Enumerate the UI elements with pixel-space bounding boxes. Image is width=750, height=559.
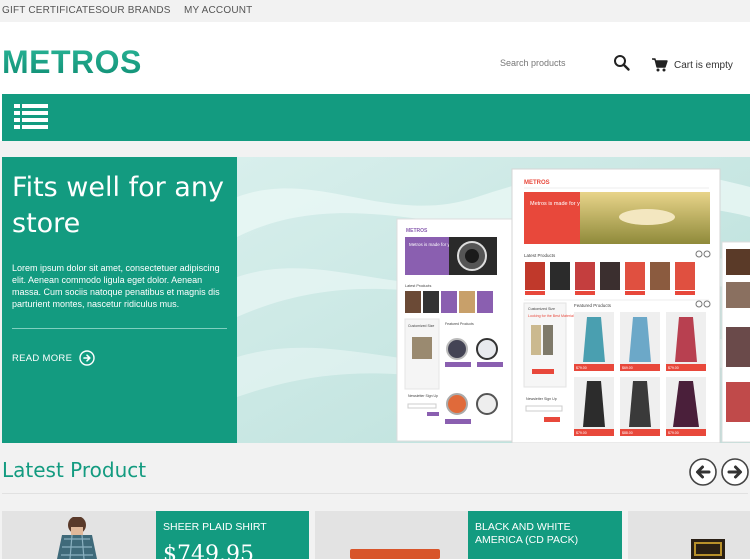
read-more-label: READ MORE [12, 352, 73, 364]
mockup-price-3: $79.00 [668, 366, 679, 370]
top-utility-bar: GIFT CERTIFICATES OUR BRANDS MY ACCOUNT [0, 0, 750, 22]
main-nav-bar [0, 94, 750, 141]
hero-mockup-illustration: METROS Metros is made for you. Latest Pr… [237, 157, 750, 443]
product-name: SHEER PLAID SHIRT [163, 521, 267, 533]
mockup-back-tagline: Metros is made for you. [409, 242, 456, 247]
mockup-back: METROS Metros is made for you. Latest Pr… [396, 218, 518, 442]
carousel-prev-button[interactable] [689, 458, 717, 486]
our-brands-link[interactable]: OUR BRANDS [102, 5, 171, 16]
product-info-panel: BLACK AND WHITE AMERICA (CD PACK) [468, 511, 622, 559]
mockup-back-customized: Customized Size [408, 324, 434, 328]
section-divider [2, 493, 748, 494]
cart-label: Cart is empty [674, 59, 733, 71]
hero-divider [12, 328, 227, 329]
arrow-circle-right-icon [79, 350, 95, 366]
mockup-back-newsletter: Newsletter Sign Up [408, 394, 438, 398]
mockup-price-1: $79.00 [576, 366, 587, 370]
product-card[interactable]: SHEER PLAID SHIRT $749.95 [2, 511, 309, 559]
site-logo[interactable]: METROS [2, 44, 142, 81]
mockup-back-featured: Featured Products [445, 322, 474, 326]
mockup-back-latest: Latest Products [405, 284, 431, 288]
hero-banner: Fits well for any store Lorem ipsum dolo… [2, 157, 750, 443]
cart-button[interactable]: Cart is empty [652, 56, 733, 74]
product-info-panel: SHEER PLAID SHIRT $749.95 [156, 511, 309, 559]
product-name: BLACK AND WHITE AMERICA (CD PACK) [475, 521, 579, 546]
product-card[interactable] [628, 511, 750, 559]
menu-list-icon[interactable] [14, 104, 48, 130]
mockup-right-partial [721, 241, 750, 443]
gift-certificates-link[interactable]: GIFT CERTIFICATES [2, 5, 102, 16]
product-card[interactable]: BLACK AND WHITE AMERICA (CD PACK) [315, 511, 622, 559]
mockup-back-logo: METROS [406, 228, 428, 234]
mockup-front-looking: Looking for the Best Material [528, 314, 574, 318]
product-image-bag [691, 539, 725, 559]
read-more-button[interactable]: READ MORE [12, 350, 95, 366]
search-icon[interactable] [613, 54, 631, 72]
search-input[interactable] [494, 54, 604, 72]
latest-product-heading: Latest Product [2, 458, 147, 482]
mockup-front-latest: Latest Products [524, 253, 556, 258]
carousel-next-button[interactable] [721, 458, 749, 486]
mockup-front-newsletter: Newsletter Sign Up [526, 397, 557, 401]
cart-icon [652, 58, 668, 72]
mockup-front-logo: METROS [524, 180, 550, 186]
mockup-price-4: $79.00 [576, 431, 587, 435]
mockup-price-5: $88.00 [622, 431, 633, 435]
mockup-front-tagline: Metros is made for you. [530, 201, 588, 207]
product-image-cd-pack [350, 549, 440, 559]
hero-title: Fits well for any store [12, 172, 224, 239]
my-account-link[interactable]: MY ACCOUNT [184, 5, 253, 16]
product-image-plaid-shirt [57, 517, 97, 559]
mockup-front: METROS Metros is made for you. Latest Pr… [511, 168, 721, 443]
mockup-front-featured: Featured Products [574, 303, 612, 308]
site-header: METROS Cart is empty [0, 22, 750, 94]
hero-text-panel: Fits well for any store Lorem ipsum dolo… [2, 157, 237, 443]
mockup-price-2: $69.00 [622, 366, 633, 370]
hero-description: Lorem ipsum dolor sit amet, consectetuer… [12, 263, 220, 309]
product-price: $749.95 [163, 542, 254, 559]
mockup-front-customized: Customized Size [528, 307, 555, 311]
mockup-price-6: $79.00 [668, 431, 679, 435]
